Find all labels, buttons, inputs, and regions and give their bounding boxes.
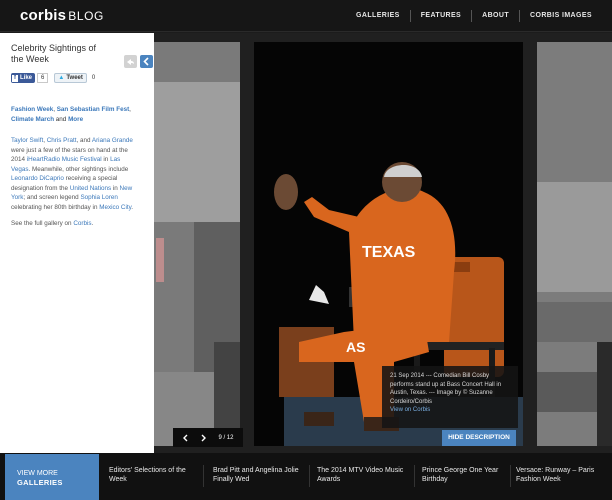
facebook-icon: f bbox=[12, 74, 18, 82]
location-link[interactable]: Mexico City bbox=[99, 204, 131, 211]
hoodie-texas-text: TEXAS bbox=[362, 244, 416, 261]
body-text-fragment: . bbox=[131, 203, 134, 211]
logo-corbis-text: corbis bbox=[20, 7, 67, 24]
top-header: corbis BLOG GALLERIES FEATURES ABOUT CORB… bbox=[0, 0, 612, 32]
related-galleries-footer: VIEW MORE GALLERIES Editors' Selections … bbox=[0, 453, 612, 500]
social-share-row: f Like 6 ▲ Tweet 0 bbox=[11, 72, 144, 84]
gallery-link-versace[interactable]: Versace: Runway – Paris Fashion Week bbox=[516, 466, 608, 484]
post-tags: Fashion Week, San Sebastian Film Fest, C… bbox=[11, 106, 131, 123]
event-link[interactable]: iHeartRadio Music Festival bbox=[27, 156, 102, 163]
body-text-fragment: in bbox=[103, 156, 109, 163]
tag-link[interactable]: San Sebastian Film Fest bbox=[57, 106, 129, 113]
view-more-label: VIEW MORE bbox=[17, 470, 58, 477]
gallery-link-pitt-jolie[interactable]: Brad Pitt and Angelina Jolie Finally Wed bbox=[213, 466, 303, 484]
gallery-note: See the full gallery on Corbis. bbox=[11, 220, 144, 227]
celebrity-link[interactable]: Chris Pratt bbox=[47, 137, 77, 144]
gallery-link-mtv-vma[interactable]: The 2014 MTV Video Music Awards bbox=[317, 466, 412, 484]
body-text-fragment: and bbox=[79, 137, 91, 144]
nav-features[interactable]: FEATURES bbox=[411, 10, 471, 22]
collapse-sidebar-button[interactable] bbox=[140, 55, 153, 68]
previous-photo-image bbox=[154, 42, 240, 446]
post-body: Taylor Swift, Chris Pratt, and Ariana Gr… bbox=[11, 137, 134, 211]
nav-corbis-images[interactable]: CORBIS IMAGES bbox=[520, 10, 602, 22]
photo-caption: 21 Sep 2014 --- Comedian Bill Cosby perf… bbox=[390, 373, 502, 405]
chevron-left-icon bbox=[143, 57, 149, 66]
celebrity-link[interactable]: Ariana Grande bbox=[92, 137, 133, 144]
celebrity-link[interactable]: Leonardo DiCaprio bbox=[11, 175, 64, 182]
gallery-note-text: See the full gallery on bbox=[11, 220, 72, 227]
footer-divider bbox=[309, 465, 310, 487]
nav-about[interactable]: ABOUT bbox=[472, 10, 519, 22]
next-photo-button[interactable] bbox=[200, 434, 207, 442]
twitter-bird-icon: ▲ bbox=[58, 75, 65, 81]
body-text-fragment: ; and screen legend bbox=[23, 194, 79, 201]
tweet-label: Tweet bbox=[66, 75, 83, 81]
tag-more-link[interactable]: More bbox=[68, 116, 83, 123]
gallery-link-editors-selections[interactable]: Editors' Selections of the Week bbox=[109, 466, 194, 484]
post-sidebar: Celebrity Sightings of the Week f Like 6… bbox=[0, 33, 154, 453]
footer-divider bbox=[510, 465, 511, 487]
galleries-label: GALLERIES bbox=[17, 478, 63, 487]
body-text-fragment: . Meanwhile, other sightings include bbox=[28, 165, 129, 173]
nav-galleries[interactable]: GALLERIES bbox=[346, 10, 410, 22]
pants-text: AS bbox=[346, 339, 365, 355]
facebook-like-button[interactable]: f Like bbox=[11, 73, 36, 83]
footer-divider bbox=[203, 465, 204, 487]
chevron-right-icon bbox=[201, 434, 207, 441]
gallery-note-period: . bbox=[91, 220, 94, 227]
body-text-fragment: celebrating her 80th birthday in bbox=[11, 203, 98, 211]
photo-gallery: TEXAS AS 21 Sep 2014 --- Comedian Bill C… bbox=[154, 33, 612, 453]
tag-link[interactable]: Climate March bbox=[11, 116, 54, 123]
tweet-count: 0 bbox=[91, 75, 96, 81]
like-count: 6 bbox=[37, 73, 49, 83]
post-title: Celebrity Sightings of the Week bbox=[11, 43, 97, 64]
logo-blog-text: BLOG bbox=[68, 9, 104, 23]
tag-link[interactable]: Fashion Week bbox=[11, 106, 53, 113]
next-photo-preview[interactable] bbox=[537, 42, 612, 446]
pager-count: 9 / 12 bbox=[218, 434, 234, 441]
view-more-galleries-button[interactable]: VIEW MORE GALLERIES bbox=[5, 454, 99, 500]
organization-link[interactable]: United Nations bbox=[70, 185, 111, 192]
tags-and-text: and bbox=[55, 116, 67, 123]
corbis-link[interactable]: Corbis bbox=[73, 220, 91, 227]
like-label: Like bbox=[20, 75, 33, 81]
celebrity-link[interactable]: Sophia Loren bbox=[80, 194, 117, 201]
view-on-corbis-link[interactable]: View on Corbis bbox=[390, 406, 510, 415]
footer-divider bbox=[414, 465, 415, 487]
corbis-blog-logo[interactable]: corbis BLOG bbox=[20, 7, 104, 24]
previous-photo-button[interactable] bbox=[182, 434, 189, 442]
tweet-button[interactable]: ▲ Tweet bbox=[54, 73, 87, 83]
next-photo-image bbox=[537, 42, 612, 446]
previous-photo-preview[interactable] bbox=[154, 42, 240, 446]
celebrity-link[interactable]: Taylor Swift bbox=[11, 137, 43, 144]
gallery-link-prince-george[interactable]: Prince George One Year Birthday bbox=[422, 466, 508, 484]
gallery-pager: 9 / 12 bbox=[173, 428, 243, 447]
share-icon[interactable] bbox=[124, 55, 137, 68]
body-text-fragment: in bbox=[112, 184, 118, 192]
main-nav: GALLERIES FEATURES ABOUT CORBIS IMAGES bbox=[346, 0, 602, 32]
hide-description-button[interactable]: HIDE DESCRIPTION bbox=[442, 430, 516, 446]
share-arrow-icon bbox=[127, 59, 134, 65]
chevron-left-icon bbox=[183, 434, 188, 441]
photo-description: 21 Sep 2014 --- Comedian Bill Cosby perf… bbox=[382, 366, 518, 428]
